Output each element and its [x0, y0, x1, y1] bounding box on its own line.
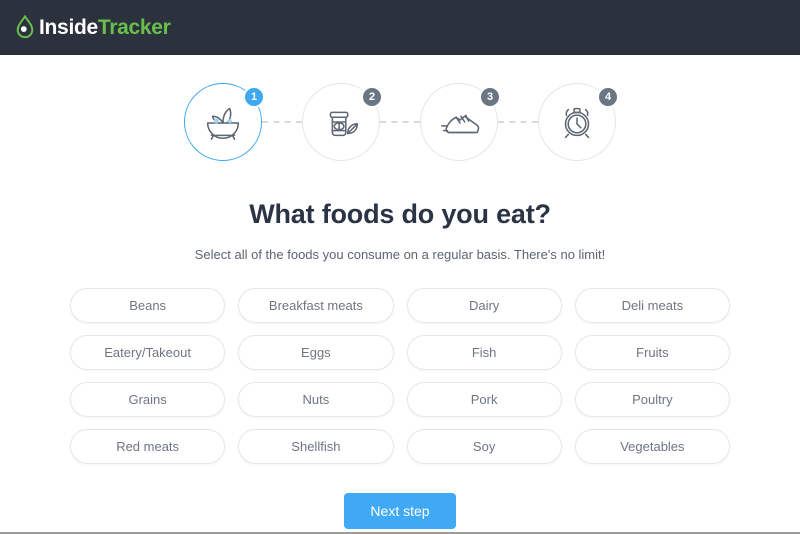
- step-1-foods[interactable]: 1: [184, 83, 265, 161]
- food-option-pork[interactable]: Pork: [406, 382, 562, 417]
- step-3-badge: 3: [479, 86, 501, 108]
- step-4-badge: 4: [597, 86, 619, 108]
- step-connector-2-3: [380, 121, 420, 123]
- food-option-fish[interactable]: Fish: [406, 335, 562, 370]
- food-option-vegetables[interactable]: Vegetables: [574, 429, 730, 464]
- food-option-fruits[interactable]: Fruits: [574, 335, 730, 370]
- step-connector-1-2: [262, 121, 302, 123]
- food-option-dairy[interactable]: Dairy: [406, 288, 562, 323]
- supplement-jar-icon: [318, 99, 364, 145]
- salad-bowl-icon: [200, 99, 246, 145]
- food-option-poultry[interactable]: Poultry: [574, 382, 730, 417]
- onboarding-page: Inside Tracker 1 2 3 4 What foods do you…: [0, 0, 800, 534]
- step-connector-3-4: [498, 121, 538, 123]
- alarm-clock-icon: [554, 99, 600, 145]
- app-header: Inside Tracker: [0, 0, 800, 55]
- food-option-nuts[interactable]: Nuts: [238, 382, 394, 417]
- running-shoe-icon: [436, 99, 482, 145]
- food-option-grains[interactable]: Grains: [70, 382, 226, 417]
- step-2-supplements[interactable]: 2: [302, 83, 383, 161]
- next-step-button[interactable]: Next step: [344, 493, 456, 529]
- food-option-eggs[interactable]: Eggs: [238, 335, 394, 370]
- food-option-beans[interactable]: Beans: [70, 288, 226, 323]
- step-4-sleep[interactable]: 4: [538, 83, 619, 161]
- page-content: 1 2 3 4 What foods do you eat? Select al…: [0, 55, 800, 534]
- page-title: What foods do you eat?: [249, 199, 551, 229]
- food-option-deli-meats[interactable]: Deli meats: [574, 288, 730, 323]
- step-1-badge: 1: [243, 86, 265, 108]
- step-3-exercise[interactable]: 3: [420, 83, 501, 161]
- logo-wordmark: Inside Tracker: [39, 17, 171, 38]
- food-option-shellfish[interactable]: Shellfish: [238, 429, 394, 464]
- page-subtitle: Select all of the foods you consume on a…: [194, 247, 606, 262]
- insidetracker-logo[interactable]: Inside Tracker: [12, 14, 171, 40]
- logo-text-tracker: Tracker: [97, 15, 171, 39]
- step-2-badge: 2: [361, 86, 383, 108]
- food-options-grid: Beans Breakfast meats Dairy Deli meats E…: [70, 288, 730, 464]
- footer-actions: Next step: [344, 493, 456, 529]
- droplet-icon: [12, 14, 38, 40]
- progress-stepper: 1 2 3 4: [184, 83, 619, 161]
- food-option-red-meats[interactable]: Red meats: [70, 429, 226, 464]
- food-option-breakfast-meats[interactable]: Breakfast meats: [238, 288, 394, 323]
- food-option-eatery-takeout[interactable]: Eatery/Takeout: [70, 335, 226, 370]
- food-option-soy[interactable]: Soy: [406, 429, 562, 464]
- logo-text-inside: Inside: [39, 15, 98, 39]
